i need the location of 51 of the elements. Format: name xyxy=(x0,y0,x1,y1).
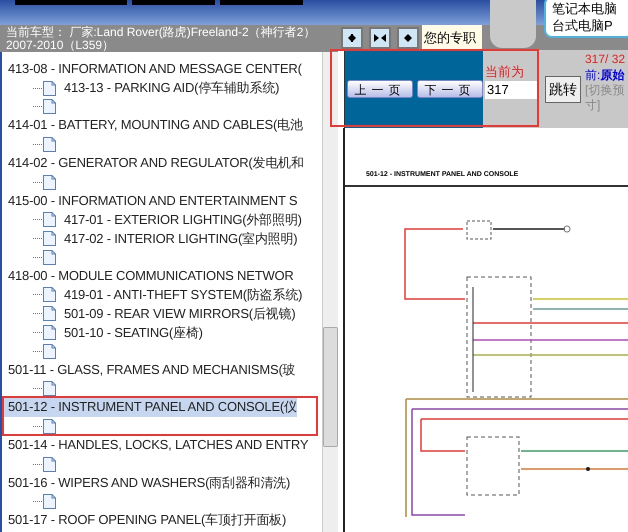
tree-item[interactable]: 501-12 - INSTRUMENT PANEL AND CONSOLE(仪 xyxy=(2,398,297,418)
current-page-label: 当前为 xyxy=(485,64,525,79)
tree-item[interactable]: 419-01 - ANTI-THEFT SYSTEM(防盗系统) xyxy=(64,285,302,305)
car-model-text: 当前车型： 厂家:Land Rover(路虎)Freeland-2（神行者2）2007-2010（L359） xyxy=(6,26,316,52)
page-icon xyxy=(43,419,56,434)
page-icon xyxy=(43,231,56,246)
page-icon xyxy=(43,381,56,396)
banner-text: 台式电脑P xyxy=(552,17,614,34)
scrollbar-thumb[interactable] xyxy=(323,327,338,447)
notice-text: 您的专职 xyxy=(422,25,482,50)
tree-item[interactable]: 414-01 - BATTERY, MOUNTING AND CABLES(电池 xyxy=(2,116,303,136)
page-icon xyxy=(43,174,56,190)
view-mode-link[interactable]: 前:原始 xyxy=(585,68,626,83)
tree-item[interactable]: 413-08 - INFORMATION AND MESSAGE CENTER( xyxy=(2,60,302,79)
page-icon xyxy=(43,456,56,472)
tree-item[interactable]: 501-14 - HANDLES, LOCKS, LATCHES AND ENTRY xyxy=(2,436,308,455)
tree-item[interactable]: 501-10 - SEATING(座椅) xyxy=(64,322,203,342)
tree-item[interactable]: 414-02 - GENERATOR AND REGULATOR(发电机和 xyxy=(2,154,304,173)
tree-item[interactable]: 417-01 - EXTERIOR LIGHTING(外部照明) xyxy=(64,210,302,230)
page-icon xyxy=(43,494,56,510)
previous-page-button[interactable]: 上一页 xyxy=(347,80,413,98)
page-icon xyxy=(43,306,56,322)
tree-item[interactable]: 501-09 - REAR VIEW MIRRORS(后视镜) xyxy=(64,304,296,324)
tree-item[interactable]: 415-00 - INFORMATION AND ENTERTAINMENT S xyxy=(2,192,298,210)
tree-item[interactable]: 413-13 - PARKING AID(停车辅助系统) xyxy=(64,78,280,98)
page-icon xyxy=(43,250,56,265)
scrollbar[interactable] xyxy=(322,52,338,532)
tree-item[interactable]: 501-17 - ROOF OPENING PANEL(车顶打开面板) xyxy=(2,511,286,530)
page-icon xyxy=(43,344,56,359)
double-triangle-icon xyxy=(374,32,386,42)
nav-button[interactable] xyxy=(397,26,419,48)
tree-item[interactable]: 418-00 - MODULE COMMUNICATIONS NETWOR xyxy=(2,266,294,286)
tree-item[interactable]: 501-16 - WIPERS AND WASHERS(雨刮器和清洗) xyxy=(2,474,290,492)
page-icon xyxy=(43,99,56,114)
page-icon xyxy=(43,137,56,152)
page-icon xyxy=(43,325,56,340)
nav-button[interactable] xyxy=(369,26,391,48)
switch-hint-text: [切换预 xyxy=(585,83,626,98)
tree-item[interactable]: 501-11 - GLASS, FRAMES AND MECHANISMS(玻 xyxy=(2,360,296,380)
banner-text: 笔记本电脑 xyxy=(552,0,618,17)
switch-hint-text: 寸] xyxy=(585,98,602,113)
page-icon xyxy=(43,80,56,96)
page-icon xyxy=(43,212,56,228)
next-page-button[interactable]: 下一页 xyxy=(417,80,483,98)
diamond-icon xyxy=(403,32,413,42)
jump-button[interactable]: 跳转 xyxy=(545,76,581,102)
tree-item[interactable]: 417-02 - INTERIOR LIGHTING(室内照明) xyxy=(64,228,298,248)
nav-button[interactable] xyxy=(341,26,363,48)
page-count-text: 317/ 32 xyxy=(585,51,626,68)
page-icon xyxy=(43,287,56,302)
page-input[interactable]: 317 xyxy=(485,81,537,99)
